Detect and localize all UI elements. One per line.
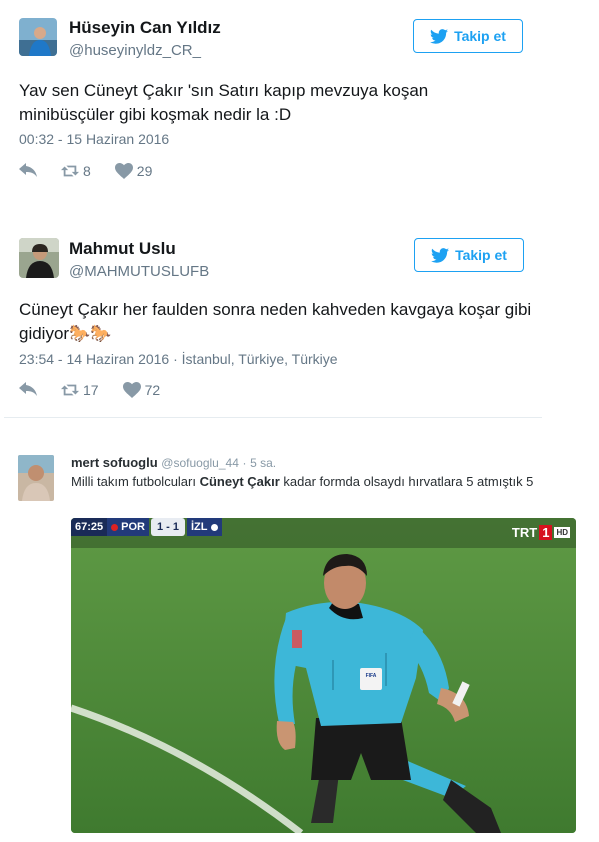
home-team: POR: [107, 518, 149, 536]
reply-button[interactable]: [19, 382, 37, 398]
channel-logo: TRT 1 HD: [512, 525, 570, 540]
tweet-meta: 23:54 - 14 Haziran 2016 · İstanbul, Türk…: [19, 351, 338, 367]
tweet-timestamp[interactable]: 00:32 - 15 Haziran 2016: [19, 131, 169, 147]
reply-icon: [19, 163, 37, 177]
avatar[interactable]: [18, 455, 54, 501]
tweet-timestamp[interactable]: 23:54 - 14 Haziran 2016: [19, 351, 169, 367]
away-team: İZL: [187, 518, 222, 536]
channel-name: TRT: [511, 525, 538, 540]
tweet-actions: 8 29: [19, 163, 176, 179]
heart-icon: [114, 163, 133, 179]
tweet-card: Mahmut Uslu @MAHMUTUSLUFB Takip et Cüney…: [0, 222, 599, 418]
user-handle[interactable]: @huseyinyldz_CR_: [69, 42, 201, 59]
channel-hd: HD: [554, 527, 570, 538]
tweet-time-ago[interactable]: 5 sa.: [250, 456, 276, 470]
reply-button[interactable]: [19, 163, 37, 179]
tweet-actions: 17 72: [19, 382, 184, 398]
fifa-badge: FIFA: [365, 673, 377, 679]
retweet-icon: [61, 165, 79, 177]
user-name[interactable]: Mahmut Uslu: [69, 239, 176, 259]
like-button[interactable]: 29: [114, 163, 153, 179]
scoreboard: 67:25 POR 1 - 1 İZL: [71, 518, 222, 536]
avatar[interactable]: [19, 18, 57, 56]
follow-button[interactable]: Takip et: [414, 238, 524, 272]
away-flag-icon: [210, 523, 218, 531]
referee-photo: [71, 518, 576, 833]
tweet-text-bold: Cüneyt Çakır: [199, 474, 280, 489]
twitter-bird-icon: [431, 247, 450, 263]
match-score: 1 - 1: [150, 518, 185, 536]
away-team-label: İZL: [191, 521, 208, 533]
follow-label: Takip et: [455, 247, 507, 263]
retweet-button[interactable]: 17: [61, 382, 99, 398]
meta-separator: ·: [173, 351, 182, 367]
tweet-text: Cüneyt Çakır her faulden sonra neden kah…: [19, 300, 532, 343]
user-header: mert sofuoglu @sofuoglu_44 · 5 sa.: [71, 455, 276, 470]
like-button[interactable]: 72: [122, 382, 161, 398]
home-flag-icon: [111, 523, 119, 531]
heart-icon: [122, 382, 141, 398]
follow-button[interactable]: Takip et: [413, 19, 523, 53]
match-time: 67:25: [71, 518, 108, 536]
home-team-label: POR: [121, 521, 145, 533]
tweet-text-part: kadar formda olsaydı hırvatlara 5 atmışt…: [279, 474, 534, 489]
user-handle[interactable]: @sofuoglu_44: [161, 456, 239, 470]
follow-label: Takip et: [454, 28, 506, 44]
like-count: 29: [136, 163, 153, 179]
tweet-text-part: Milli takım futbolcuları: [71, 474, 200, 489]
meta-separator: ·: [242, 456, 247, 470]
reply-icon: [19, 382, 37, 396]
tweet-location[interactable]: İstanbul, Türkiye, Türkiye: [182, 351, 338, 367]
divider: [4, 417, 542, 418]
user-handle[interactable]: @MAHMUTUSLUFB: [69, 263, 209, 280]
retweet-icon: [61, 384, 79, 396]
user-name[interactable]: mert sofuoglu: [71, 455, 158, 470]
avatar[interactable]: [19, 238, 59, 278]
retweet-button[interactable]: 8: [61, 163, 91, 179]
retweet-count: 8: [83, 163, 91, 179]
tweet-card: Hüseyin Can Yıldız @huseyinyldz_CR_ Taki…: [0, 0, 599, 205]
twitter-bird-icon: [430, 28, 449, 44]
tweet-media-image[interactable]: FIFA 67:25 POR 1 - 1 İZL TRT 1 HD: [71, 518, 576, 833]
like-count: 72: [144, 382, 161, 398]
tweet-text: Milli takım futbolcuları Cüneyt Çakır ka…: [71, 473, 576, 490]
user-name[interactable]: Hüseyin Can Yıldız: [69, 18, 221, 38]
channel-number: 1: [539, 525, 553, 540]
retweet-count: 17: [83, 382, 99, 398]
tweet-text: Yav sen Cüneyt Çakır 'sın Satırı kapıp m…: [19, 81, 429, 124]
